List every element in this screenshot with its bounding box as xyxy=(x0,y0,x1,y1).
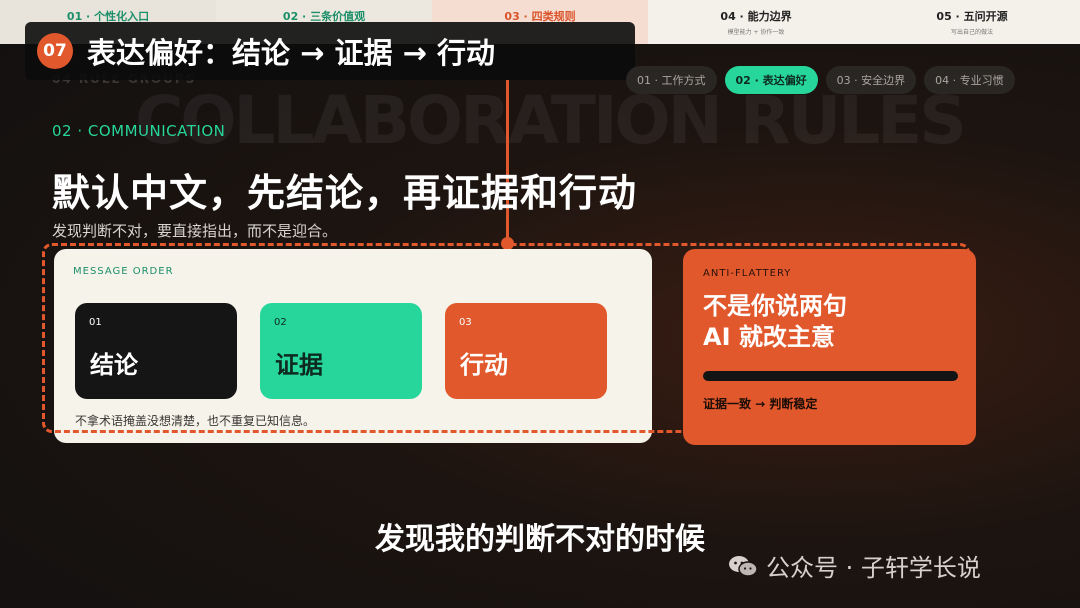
tab-safety-boundary[interactable]: 03 · 安全边界 xyxy=(825,66,917,94)
step-title: 05 · 五问开源 xyxy=(936,10,1008,23)
watermark-text: 公众号 · 子轩学长说 xyxy=(766,554,981,582)
connector-line xyxy=(506,80,509,242)
tab-bar: 01 · 工作方式 02 · 表达偏好 03 · 安全边界 04 · 专业习惯 xyxy=(626,66,1015,94)
chapter-number: 07 xyxy=(37,33,73,69)
section-label: 02 · COMMUNICATION xyxy=(52,122,226,140)
step-5[interactable]: 05 · 五问开源 写出自己的做法 xyxy=(864,0,1080,44)
wechat-icon xyxy=(729,555,758,577)
step-sub: 模型能力 + 协作一致 xyxy=(727,29,785,36)
tab-communication[interactable]: 02 · 表达偏好 xyxy=(724,66,818,94)
step-title: 04 · 能力边界 xyxy=(720,10,792,23)
page-title: 默认中文，先结论，再证据和行动 xyxy=(52,171,638,215)
tab-work-style[interactable]: 01 · 工作方式 xyxy=(626,66,717,94)
chapter-banner: 07 表达偏好：结论 → 证据 → 行动 xyxy=(25,22,635,80)
dashed-highlight-frame xyxy=(42,243,970,433)
chapter-title: 表达偏好：结论 → 证据 → 行动 xyxy=(87,36,495,70)
watermark: 公众号 · 子轩学长说 xyxy=(728,548,981,583)
step-4[interactable]: 04 · 能力边界 模型能力 + 协作一致 xyxy=(648,0,864,44)
tab-professional-habits[interactable]: 04 · 专业习惯 xyxy=(924,66,1015,94)
page-subtitle: 发现判断不对，要直接指出，而不是迎合。 xyxy=(52,222,338,240)
step-sub: 写出自己的做法 xyxy=(950,29,993,36)
